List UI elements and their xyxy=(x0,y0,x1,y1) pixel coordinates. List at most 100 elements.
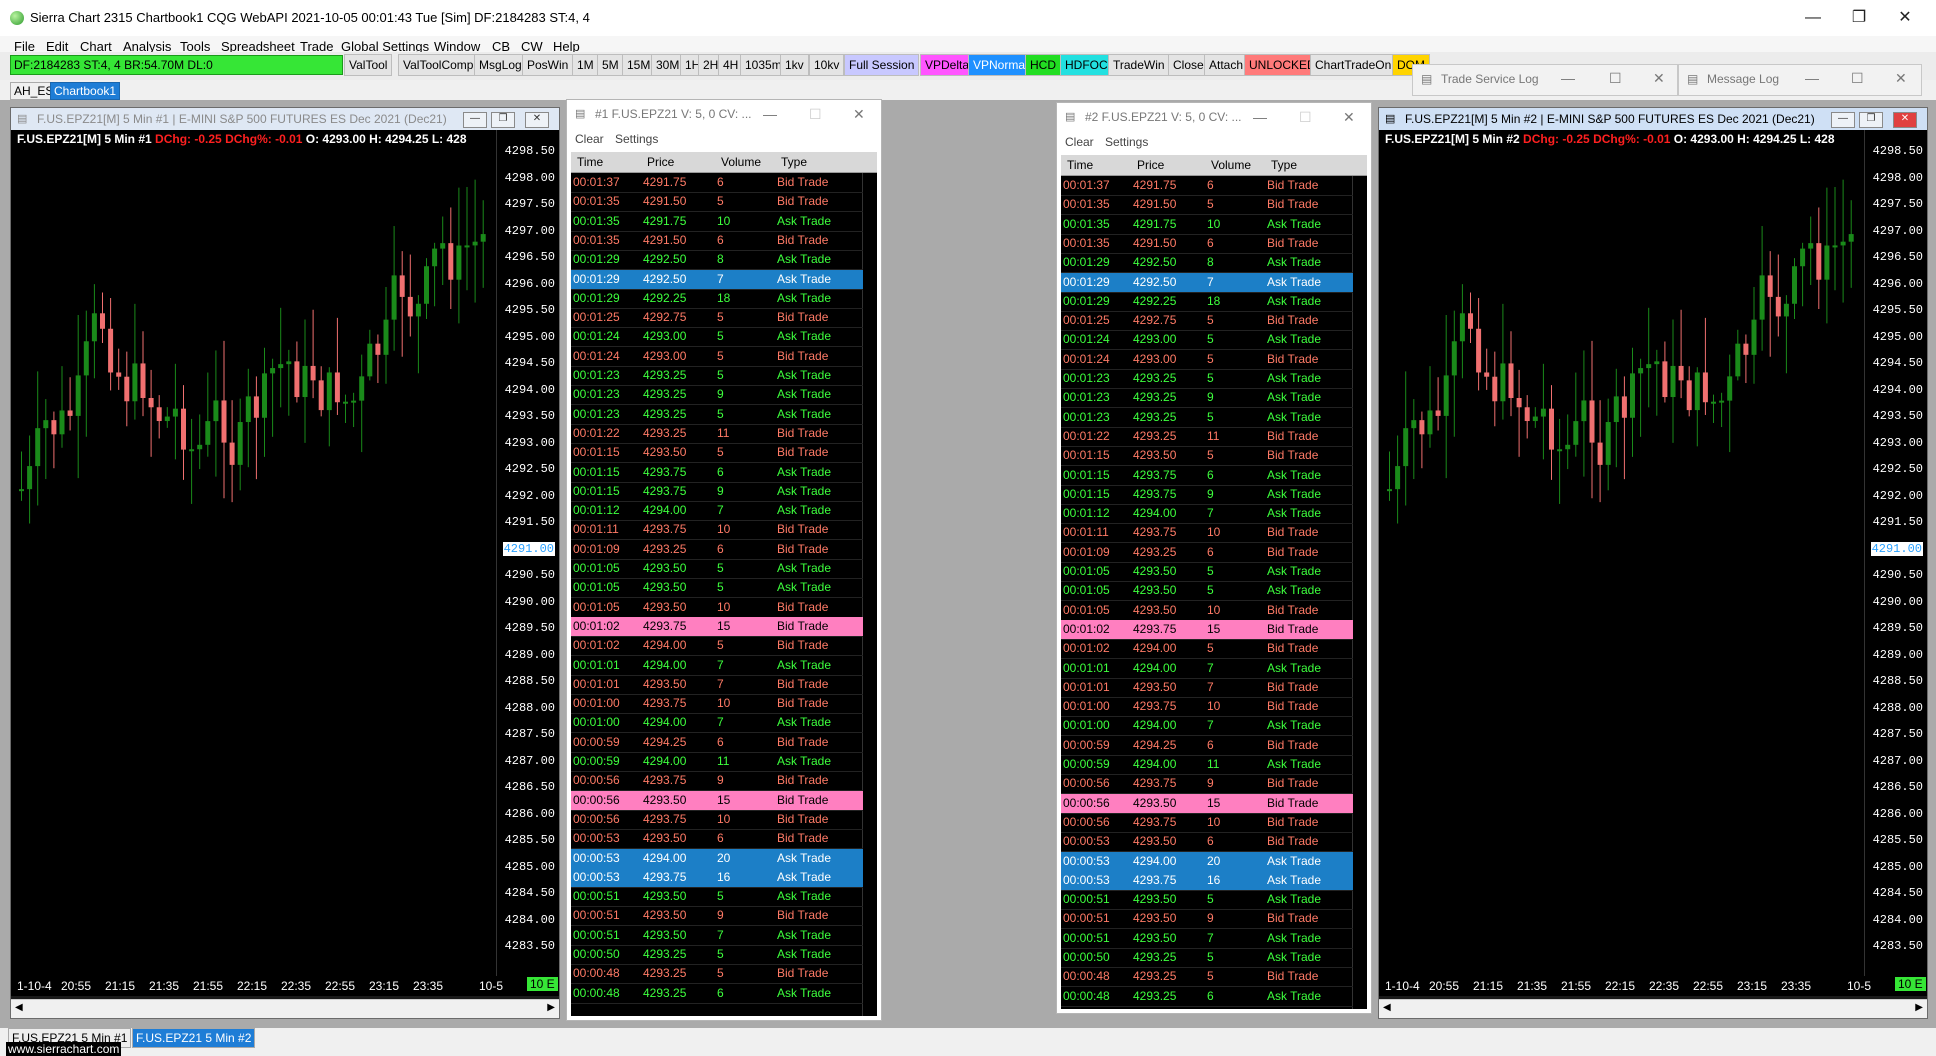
toolbar-hdfoc-button[interactable]: HDFOC xyxy=(1060,54,1113,76)
toolbar-1kv-button[interactable]: 1kv xyxy=(780,54,809,76)
chart-2-time-axis[interactable]: 1-10-4 20:55 21:15 21:35 21:55 22:15 22:35 22:5… xyxy=(1379,976,1927,996)
ts-table-row[interactable]: 00:01:15 4293.75 9 Ask Trade xyxy=(571,482,863,502)
ts-table-row[interactable]: 00:00:51 4293.50 9 Bid Trade xyxy=(1061,909,1353,930)
chart-2-minimize-button[interactable]: — xyxy=(1831,112,1855,128)
ts-2-titlebar[interactable]: ▤ #2 F.US.EPZ21 V: 5, 0 CV: ... — ☐ ✕ xyxy=(1057,103,1371,131)
ts-1-titlebar[interactable]: ▤ #1 F.US.EPZ21 V: 5, 0 CV: ... — ☐ ✕ xyxy=(567,100,881,128)
ts-1-col-price[interactable]: Price xyxy=(647,155,674,169)
toolbar-tradewin-button[interactable]: TradeWin xyxy=(1108,54,1170,76)
ts-table-row[interactable]: 00:01:29 4292.50 7 Ask Trade xyxy=(1061,272,1353,293)
minimize-button[interactable]: — xyxy=(1790,0,1836,36)
ts-table-row[interactable]: 00:00:51 4293.50 9 Bid Trade xyxy=(571,906,863,927)
ts-table-row[interactable]: 00:01:23 4293.25 5 Ask Trade xyxy=(571,366,863,386)
message-log-close-button[interactable]: ✕ xyxy=(1895,70,1907,87)
toolbar-5m-button[interactable]: 5M xyxy=(597,54,624,76)
ts-table-row[interactable]: 00:00:56 4293.50 15 Bid Trade xyxy=(571,790,863,811)
ts-table-row[interactable]: 00:01:02 4294.00 5 Bid Trade xyxy=(571,636,863,657)
ts-table-row[interactable]: 00:00:53 4294.00 20 Ask Trade xyxy=(571,848,863,869)
ts-table-row[interactable]: 00:00:56 4293.50 15 Bid Trade xyxy=(1061,793,1353,814)
ts-table-row[interactable]: 00:01:09 4293.25 6 Bid Trade xyxy=(571,540,863,560)
ts-table-row[interactable]: 00:01:05 4293.50 5 Ask Trade xyxy=(1061,562,1353,582)
ts-1-scrollbar[interactable] xyxy=(862,173,877,1016)
ts-table-row[interactable]: 00:01:35 4291.75 10 Ask Trade xyxy=(571,212,863,232)
chart-window-1[interactable]: ▤ F.US.EPZ21[M] 5 Min #1 | E-MINI S&P 50… xyxy=(10,107,560,1019)
ts-table-row[interactable]: 00:00:48 4293.25 6 Ask Trade xyxy=(1061,987,1353,1007)
ts-2-scrollbar[interactable] xyxy=(1352,176,1367,1009)
ts-table-row[interactable]: 00:00:56 4293.75 9 Bid Trade xyxy=(571,771,863,792)
ts-table-row[interactable]: 00:01:15 4293.50 5 Bid Trade xyxy=(571,443,863,464)
scroll-left-icon[interactable]: ◀ xyxy=(1383,1002,1391,1013)
chart-2-horizontal-scrollbar[interactable]: ◀ ▶ xyxy=(1379,999,1927,1018)
toolbar-attach-button[interactable]: Attach xyxy=(1204,54,1249,76)
ts-table-row[interactable]: 00:01:05 4293.50 5 Ask Trade xyxy=(571,559,863,579)
ts-table-row[interactable]: 00:01:01 4293.50 7 Bid Trade xyxy=(1061,678,1353,698)
ts-table-row[interactable]: 00:01:05 4293.50 5 Ask Trade xyxy=(571,578,863,599)
chart-1-titlebar[interactable]: ▤ F.US.EPZ21[M] 5 Min #1 | E-MINI S&P 50… xyxy=(11,108,559,130)
scroll-left-icon[interactable]: ◀ xyxy=(15,1002,23,1013)
chart-1-close-button[interactable]: ✕ xyxy=(525,112,549,128)
tab-chartbook1[interactable]: Chartbook1 xyxy=(50,82,121,100)
ts-2-col-volume[interactable]: Volume xyxy=(1211,158,1251,172)
chart-1-minimize-button[interactable]: — xyxy=(463,112,487,128)
close-button[interactable]: ✕ xyxy=(1882,0,1928,36)
maximize-button[interactable]: ❐ xyxy=(1836,0,1882,36)
ts-table-row[interactable]: 00:01:23 4293.25 5 Ask Trade xyxy=(571,405,863,425)
ts-1-settings-button[interactable]: Settings xyxy=(615,132,658,146)
ts-2-clear-button[interactable]: Clear xyxy=(1065,135,1094,149)
scroll-right-icon[interactable]: ▶ xyxy=(547,1002,555,1013)
ts-table-row[interactable]: 00:01:01 4294.00 7 Ask Trade xyxy=(1061,659,1353,679)
ts-table-row[interactable]: 00:01:24 4293.00 5 Ask Trade xyxy=(1061,330,1353,351)
ts-2-settings-button[interactable]: Settings xyxy=(1105,135,1148,149)
ts-table-row[interactable]: 00:01:25 4292.75 5 Bid Trade xyxy=(1061,311,1353,332)
ts-table-row[interactable]: 00:01:22 4293.25 11 Bid Trade xyxy=(571,424,863,444)
ts-table-row[interactable]: 00:01:35 4291.50 5 Bid Trade xyxy=(571,192,863,213)
chart-window-2[interactable]: ▤ F.US.EPZ21[M] 5 Min #2 | E-MINI S&P 50… xyxy=(1378,107,1928,1019)
ts-table-row[interactable]: 00:01:00 4293.75 10 Bid Trade xyxy=(1061,697,1353,718)
toolbar-vpdelta-button[interactable]: VPDelta xyxy=(920,54,975,76)
ts-table-row[interactable]: 00:00:51 4293.50 5 Ask Trade xyxy=(1061,890,1353,911)
ts-table-row[interactable]: 00:01:00 4293.75 10 Bid Trade xyxy=(571,694,863,715)
ts-table-row[interactable]: 00:00:51 4293.50 5 Ask Trade xyxy=(571,887,863,908)
ts-1-col-type[interactable]: Type xyxy=(781,155,807,169)
ts-table-row[interactable]: 00:01:35 4291.75 10 Ask Trade xyxy=(1061,215,1353,235)
ts-table-row[interactable]: 00:00:56 4293.75 10 Bid Trade xyxy=(1061,813,1353,833)
ts-table-row[interactable]: 00:01:35 4291.50 6 Bid Trade xyxy=(1061,234,1353,254)
ts-table-row[interactable]: 00:01:12 4294.00 7 Ask Trade xyxy=(1061,504,1353,525)
ts-table-row[interactable]: 00:01:15 4293.75 9 Ask Trade xyxy=(1061,485,1353,505)
ts-table-row[interactable]: 00:01:00 4294.00 7 Ask Trade xyxy=(1061,716,1353,737)
ts-table-row[interactable]: 00:01:01 4294.00 7 Ask Trade xyxy=(571,656,863,676)
ts-table-row[interactable]: 00:01:37 4291.75 6 Bid Trade xyxy=(1061,176,1353,196)
ts-2-close-button[interactable]: ✕ xyxy=(1343,103,1355,131)
ts-table-row[interactable]: 00:01:24 4293.00 5 Ask Trade xyxy=(571,327,863,348)
ts-table-row[interactable]: 00:01:35 4291.50 5 Bid Trade xyxy=(1061,195,1353,216)
ts-table-row[interactable]: 00:00:53 4293.75 16 Ask Trade xyxy=(1061,870,1353,891)
ts-1-maximize-button[interactable]: ☐ xyxy=(809,100,822,128)
ts-table-row[interactable]: 00:01:37 4291.75 6 Bid Trade xyxy=(571,173,863,193)
trade-log-maximize-button[interactable]: ☐ xyxy=(1609,70,1622,87)
chart-2-price-axis[interactable]: 4298.50 4298.00 4297.50 4297.00 4296.50 4296.… xyxy=(1864,130,1927,996)
chart-1-time-axis[interactable]: 1-10-4 20:55 21:15 21:35 21:55 22:15 22:35 22:5… xyxy=(11,976,559,996)
ts-table-row[interactable]: 00:01:15 4293.75 6 Ask Trade xyxy=(571,463,863,483)
ts-table-row[interactable]: 00:01:15 4293.50 5 Bid Trade xyxy=(1061,446,1353,467)
ts-table-row[interactable]: 00:00:48 4293.25 5 Bid Trade xyxy=(571,964,863,985)
ts-table-row[interactable]: 00:00:53 4293.50 6 Bid Trade xyxy=(571,829,863,850)
trade-log-close-button[interactable]: ✕ xyxy=(1653,70,1665,87)
ts-2-table[interactable]: Time Price Volume Type 00:01:37 4291.75 6 B… xyxy=(1061,155,1367,1009)
toolbar-msglog-button[interactable]: MsgLog xyxy=(474,54,527,76)
ts-table-row[interactable]: 00:00:53 4293.75 16 Ask Trade xyxy=(571,867,863,888)
ts-table-row[interactable]: 00:00:50 4293.25 5 Ask Trade xyxy=(1061,948,1353,968)
ts-table-row[interactable]: 00:01:23 4293.25 9 Ask Trade xyxy=(571,385,863,406)
toolbar-valtool-button[interactable]: ValTool xyxy=(344,54,393,76)
chart-1-price-axis[interactable]: 4298.50 4298.00 4297.50 4297.00 4296.50 4296.… xyxy=(496,130,559,996)
ts-1-col-volume[interactable]: Volume xyxy=(721,155,761,169)
chart-2-maximize-button[interactable]: ❐ xyxy=(1859,112,1883,128)
ts-table-row[interactable]: 00:01:15 4293.75 6 Ask Trade xyxy=(1061,466,1353,486)
ts-table-row[interactable]: 00:01:23 4293.25 9 Ask Trade xyxy=(1061,388,1353,409)
ts-table-row[interactable]: 00:00:56 4293.75 10 Bid Trade xyxy=(571,810,863,830)
ts-table-row[interactable]: 00:00:50 4293.25 5 Ask Trade xyxy=(571,945,863,965)
ts-table-row[interactable]: 00:00:48 4293.25 6 Ask Trade xyxy=(571,984,863,1004)
time-and-sales-window-1[interactable]: ▤ #1 F.US.EPZ21 V: 5, 0 CV: ... — ☐ ✕ Cl… xyxy=(566,99,882,1021)
ts-table-row[interactable]: 00:01:22 4293.25 11 Bid Trade xyxy=(1061,427,1353,447)
scroll-right-icon[interactable]: ▶ xyxy=(1915,1002,1923,1013)
ts-1-close-button[interactable]: ✕ xyxy=(853,100,865,128)
